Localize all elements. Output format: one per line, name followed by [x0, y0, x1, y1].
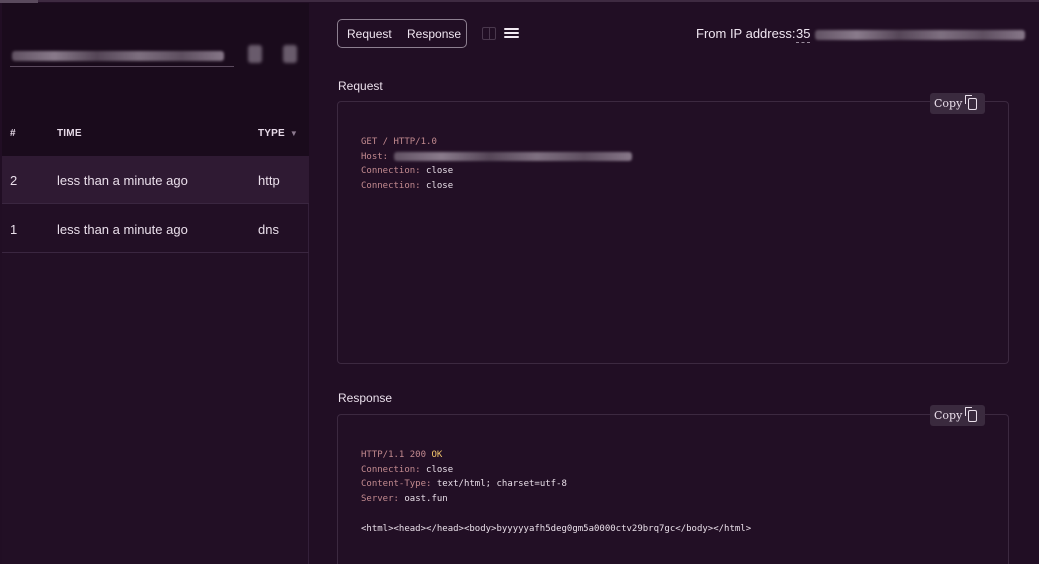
- column-header-number: #: [10, 128, 16, 139]
- interactions-sidebar: # TIME TYPE ▼ 2 less than a minute ago ht…: [2, 3, 309, 564]
- connection-key: Connection:: [361, 464, 421, 475]
- request-copy-button[interactable]: Copy: [930, 93, 985, 114]
- response-copy-button[interactable]: Copy: [930, 405, 985, 426]
- response-section-title: Response: [338, 391, 393, 405]
- column-header-type-label: TYPE: [258, 128, 285, 139]
- tab-response[interactable]: Response: [407, 27, 461, 41]
- copy-label: Copy: [934, 97, 963, 110]
- row-number: 1: [10, 222, 18, 237]
- interaction-url-field[interactable]: [10, 47, 234, 67]
- row-type: dns: [258, 222, 279, 237]
- copy-icon: [965, 407, 977, 422]
- response-code-box: HTTP/1.1 200 OK Connection: close Conten…: [337, 414, 1009, 564]
- connection-value: close: [426, 166, 454, 177]
- host-key: Host:: [361, 151, 389, 162]
- server-value: oast.fun: [404, 494, 448, 505]
- interaction-row[interactable]: 1 less than a minute ago dns: [2, 205, 309, 253]
- status-line: HTTP/1.1 200: [361, 450, 427, 460]
- refresh-icon[interactable]: [283, 45, 297, 63]
- redacted-host: [393, 151, 632, 161]
- request-code-box: GET / HTTP/1.0 Host: Connection: close C…: [337, 101, 1009, 364]
- server-key: Server:: [361, 494, 399, 505]
- status-text: OK: [431, 450, 443, 460]
- connection-value: close: [426, 181, 454, 192]
- request-response-toggle: Request Response: [337, 19, 467, 48]
- top-border: [0, 0, 1039, 2]
- connection-key: Connection:: [361, 166, 421, 177]
- redacted-url: [12, 51, 224, 61]
- content-type-value: text/html; charset=utf-8: [436, 479, 567, 490]
- column-header-time[interactable]: TIME: [57, 128, 82, 139]
- sort-arrow-icon: ▼: [289, 129, 299, 138]
- split-view-icon[interactable]: [482, 27, 496, 40]
- column-header-type[interactable]: TYPE ▼: [258, 128, 298, 139]
- copy-url-icon[interactable]: [248, 45, 262, 63]
- sidebar-header: # TIME TYPE ▼: [2, 3, 309, 156]
- redacted-ip: [815, 30, 1025, 40]
- connection-value: close: [426, 464, 454, 475]
- row-number: 2: [10, 173, 18, 188]
- copy-label: Copy: [934, 409, 963, 422]
- tab-request[interactable]: Request: [347, 27, 392, 41]
- response-body: <html><head></head><body>byyyyyafh5deg0g…: [361, 523, 752, 534]
- full-view-icon[interactable]: [504, 27, 519, 40]
- from-ip-label: From IP address:: [696, 26, 796, 41]
- ip-address-value[interactable]: 35: [796, 26, 811, 43]
- request-section-title: Request: [338, 79, 383, 93]
- copy-icon: [965, 95, 977, 110]
- row-type: http: [258, 173, 280, 188]
- content-type-key: Content-Type:: [361, 479, 432, 490]
- interaction-row[interactable]: 2 less than a minute ago http: [2, 156, 309, 204]
- response-raw: HTTP/1.1 200 OK Connection: close Conten…: [361, 448, 751, 536]
- request-line: GET / HTTP/1.0: [361, 137, 437, 147]
- request-raw: GET / HTTP/1.0 Host: Connection: close C…: [361, 135, 632, 194]
- row-time: less than a minute ago: [57, 222, 188, 237]
- connection-key: Connection:: [361, 181, 421, 192]
- row-time: less than a minute ago: [57, 173, 188, 188]
